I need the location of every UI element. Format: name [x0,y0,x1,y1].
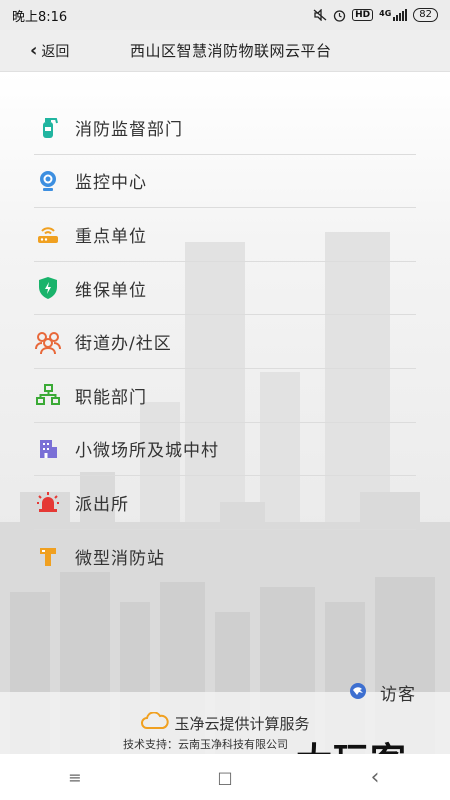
technical-support-text: 技术支持：云南玉净科技有限公司 [123,738,288,751]
mute-icon [313,9,327,21]
home-square-icon: □ [217,767,233,787]
menu-item-fire-supervision[interactable]: 消防监督部门 [34,101,416,155]
fire-extinguisher-icon [34,113,62,141]
visitor-label: 访客 [380,685,416,705]
back-button[interactable]: ‹ 返回 [0,41,69,61]
back-chevron-icon: ‹ [370,764,380,790]
home-nav-button[interactable]: □ [195,754,255,800]
hamburger-icon: ≡ [68,767,82,787]
alarm-icon [333,9,346,22]
menu-item-functional-departments[interactable]: 职能部门 [34,369,416,423]
menu-item-label: 街道办/社区 [75,334,172,355]
menu-item-label: 微型消防站 [75,549,165,570]
menu-item-label: 重点单位 [75,226,147,247]
computing-service-line: 玉净云提供计算服务 [0,711,450,734]
shield-icon [34,274,62,302]
menu-item-street-community[interactable]: 街道办/社区 [34,315,416,369]
menu-item-key-units[interactable]: 重点单位 [34,208,416,262]
back-label: 返回 [41,43,70,60]
org-chart-icon [34,381,62,409]
page-title: 西山区智慧消防物联网云平台 [130,42,332,60]
status-bar: 晚上8:16 HD 4G 82 [0,0,450,30]
menu-item-police-station[interactable]: 派出所 [34,476,416,530]
people-group-icon [34,328,62,356]
system-nav-bar: ≡ □ ‹ [0,754,450,800]
menu-item-label: 派出所 [75,494,129,515]
menu-item-label: 维保单位 [75,280,147,301]
router-icon [34,220,62,248]
signal-icon: 4G [379,9,408,21]
status-icons: HD 4G 82 [313,8,438,22]
menu-item-label: 职能部门 [75,387,147,408]
webcam-icon [34,167,62,195]
menu-item-monitoring-center[interactable]: 监控中心 [34,155,416,209]
building-icon [34,435,62,463]
police-light-icon [34,488,62,516]
menu-item-label: 消防监督部门 [75,119,183,140]
network-type: 4G [379,9,392,18]
menu-item-label: 监控中心 [75,173,147,194]
menu-item-maintenance-units[interactable]: 维保单位 [34,262,416,316]
visitor-icon [348,681,368,705]
computing-service-text: 玉净云提供计算服务 [174,714,310,733]
menu-list: 消防监督部门 监控中心 重点单位 维保单位 街道办/社区 职能部门 小微场所及城… [34,101,416,583]
menu-item-small-venues-urban-villages[interactable]: 小微场所及城中村 [34,423,416,477]
app-header: ‹ 返回 西山区智慧消防物联网云平台 [0,30,450,72]
visitor-button[interactable]: 访客 [348,680,416,705]
chevron-left-icon: ‹ [30,39,38,61]
menu-item-micro-fire-station[interactable]: 微型消防站 [34,530,416,584]
fire-station-icon [34,543,62,571]
status-time: 晚上8:16 [12,9,68,25]
hd-icon: HD [352,9,374,21]
cloud-icon [140,711,170,734]
menu-nav-button[interactable]: ≡ [45,754,105,800]
menu-item-label: 小微场所及城中村 [75,441,219,462]
battery-icon: 82 [413,8,438,22]
back-nav-button[interactable]: ‹ [345,754,405,800]
